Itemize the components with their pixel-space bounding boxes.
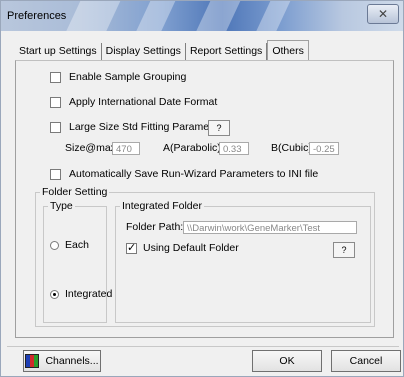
preferences-dialog: Preferences ✕ Start up Settings Display …: [0, 0, 404, 377]
folder-path-label: Folder Path:: [126, 221, 184, 233]
integrated-radio[interactable]: Integrated: [50, 288, 112, 300]
a-parabolic-field[interactable]: 0.33: [219, 142, 249, 155]
use-default-folder-label: Using Default Folder: [143, 242, 239, 254]
use-default-folder-checkbox[interactable]: Using Default Folder: [126, 241, 239, 254]
window-title: Preferences: [7, 10, 67, 22]
type-group: Type Each Integrated: [43, 200, 112, 323]
folder-setting-title: Folder Setting: [40, 186, 110, 198]
checkbox-box[interactable]: [50, 96, 61, 108]
checkbox-box[interactable]: [126, 241, 137, 254]
large-size-help-button[interactable]: ?: [208, 120, 230, 136]
button-separator: [7, 346, 399, 347]
integrated-label: Integrated: [65, 288, 113, 300]
folder-setting-group: Folder Setting Type Each Integrated Inte…: [35, 186, 375, 327]
each-label: Each: [65, 239, 89, 251]
title-glare: [57, 1, 125, 31]
channels-button[interactable]: Channels...: [23, 350, 101, 372]
auto-save-label: Automatically Save Run-Wizard Parameters…: [69, 168, 319, 180]
tab-report-settings[interactable]: Report Settings: [186, 43, 268, 60]
radio-dot[interactable]: [50, 289, 59, 299]
tab-startup-settings[interactable]: Start up Settings: [15, 43, 102, 60]
channels-label: Channels...: [45, 355, 99, 367]
tab-others[interactable]: Others: [267, 40, 309, 61]
checkbox-box[interactable]: [50, 168, 61, 180]
close-button[interactable]: ✕: [367, 4, 399, 24]
close-icon: ✕: [377, 7, 389, 21]
enable-sample-grouping-label: Enable Sample Grouping: [69, 71, 187, 83]
folder-path-field[interactable]: \\Darwin\work\GeneMarker\Test: [183, 221, 357, 234]
ok-button[interactable]: OK: [252, 350, 322, 372]
large-size-std-checkbox[interactable]: Large Size Std Fitting Parameters: [50, 121, 227, 133]
checkbox-box[interactable]: [50, 121, 61, 133]
b-cubic-field[interactable]: -0.25: [309, 142, 339, 155]
size-max-label: Size@max: [65, 142, 116, 154]
others-panel: Enable Sample Grouping Apply Internation…: [15, 60, 394, 338]
large-size-std-label: Large Size Std Fitting Parameters: [69, 121, 227, 133]
title-glare: [187, 1, 245, 31]
title-glare: [247, 1, 295, 31]
a-parabolic-label: A(Parabolic): [163, 142, 221, 154]
size-max-field[interactable]: 470: [112, 142, 140, 155]
checkbox-box[interactable]: [50, 71, 61, 83]
tab-bar: Start up Settings Display Settings Repor…: [15, 40, 309, 61]
integrated-folder-group: Integrated Folder Folder Path: \\Darwin\…: [115, 200, 371, 323]
cancel-button[interactable]: Cancel: [331, 350, 401, 372]
each-radio[interactable]: Each: [50, 239, 89, 251]
channels-icon: [25, 354, 40, 368]
radio-dot[interactable]: [50, 240, 59, 250]
folder-help-button[interactable]: ?: [333, 242, 355, 258]
type-title: Type: [48, 200, 75, 212]
title-bar: Preferences ✕: [1, 1, 403, 31]
b-cubic-label: B(Cubic): [271, 142, 312, 154]
integrated-folder-title: Integrated Folder: [120, 200, 204, 212]
apply-intl-date-label: Apply International Date Format: [69, 96, 218, 108]
title-glare: [127, 1, 180, 31]
enable-sample-grouping-checkbox[interactable]: Enable Sample Grouping: [50, 71, 186, 83]
apply-intl-date-checkbox[interactable]: Apply International Date Format: [50, 96, 217, 108]
tab-display-settings[interactable]: Display Settings: [102, 43, 186, 60]
auto-save-checkbox[interactable]: Automatically Save Run-Wizard Parameters…: [50, 168, 318, 180]
